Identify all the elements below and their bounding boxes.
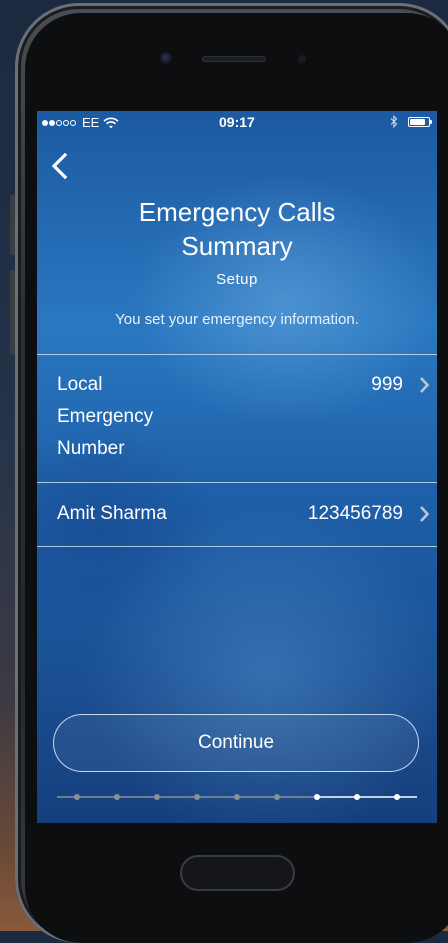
home-button[interactable] [180,855,295,891]
signal-dot [42,119,48,126]
carrier-name: EE [82,115,100,130]
screen: EE 09:17 Emergency Calls Summary Setup Y… [37,111,437,823]
label-line-emergency: Emergency [57,406,154,427]
progress-step-dot [314,794,320,800]
signal-dot [49,119,55,126]
bluetooth-icon [390,115,398,128]
signal-dot [70,119,76,126]
signal-dot [63,119,69,126]
progress-step-dot [194,794,200,800]
battery-nub [430,119,432,124]
local-emergency-number-label: Local Emergency Number [57,369,197,465]
back-chevron-icon [51,152,68,180]
contact-row-amit-sharma[interactable]: Amit Sharma 123456789 [37,483,437,546]
volume-down-button [10,270,15,355]
status-right [390,115,432,128]
page-title: Emergency Calls Summary [37,195,437,263]
page-subtitle: Setup [216,271,258,288]
earpiece-speaker [202,56,266,62]
contact-name: Amit Sharma [57,503,167,524]
status-bar: EE 09:17 [37,111,437,133]
volume-up-button [10,195,15,255]
local-emergency-number-value: 999 [371,374,403,395]
proximity-sensor [298,55,306,63]
chevron-right-icon [420,506,430,522]
label-line-number: Number [57,438,125,459]
page-title-line-1: Emergency Calls [138,197,336,227]
progress-step-dot [154,794,160,800]
local-emergency-number-row[interactable]: Local Emergency Number 999 [37,354,437,482]
back-button[interactable] [45,151,75,181]
front-camera [160,52,174,66]
battery-level [410,118,425,125]
divider-bottom [37,546,437,547]
battery-icon [408,116,432,127]
page-title-line-2: Summary [181,231,293,261]
continue-button[interactable]: Continue [53,714,419,772]
signal-dot [56,119,62,126]
contact-number: 123456789 [307,503,403,524]
status-time: 09:17 [219,114,255,130]
label-line-local: Local [57,374,103,395]
wifi-icon [103,117,119,128]
progress-step-dot [274,794,280,800]
progress-step-dot [234,794,240,800]
progress-indicator [57,794,417,800]
signal-strength-icon [42,119,76,126]
status-left: EE [42,115,119,130]
progress-step-dot [394,794,400,800]
page-description: You set your emergency information. [115,311,359,328]
progress-step-dot [74,794,80,800]
progress-step-dot [114,794,120,800]
chevron-right-icon [420,377,430,393]
progress-step-dot [354,794,360,800]
